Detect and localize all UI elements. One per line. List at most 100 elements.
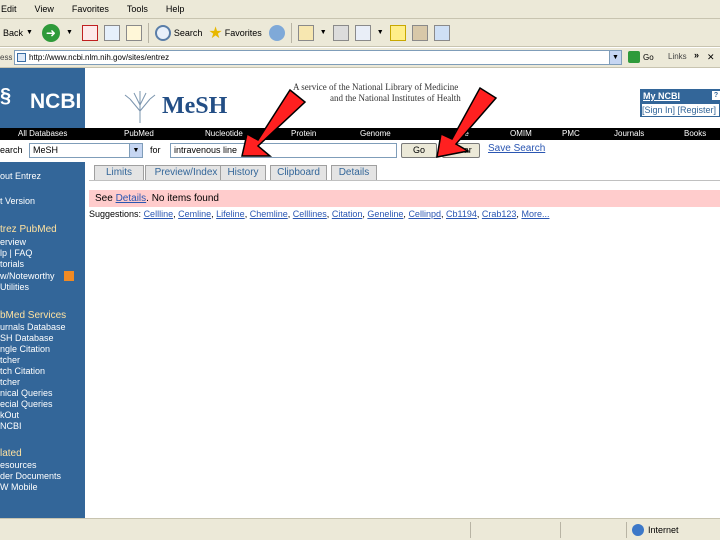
save-search-link[interactable]: Save Search: [488, 143, 545, 154]
sidebar-item[interactable]: esources: [0, 460, 37, 470]
edit-dropdown-icon[interactable]: ▼: [377, 29, 384, 36]
sidebar-item[interactable]: w/Noteworthy: [0, 271, 55, 281]
sidebar-item[interactable]: lp | FAQ: [0, 248, 32, 258]
sidebar-item[interactable]: nical Queries: [0, 388, 53, 398]
suggestion-link[interactable]: Geneline: [367, 209, 403, 219]
sidebar-item[interactable]: NCBI: [0, 421, 22, 431]
notes-icon[interactable]: [389, 24, 406, 41]
sign-in-register-links[interactable]: [Sign In] [Register]: [642, 104, 719, 116]
menu-help[interactable]: Help: [157, 4, 194, 14]
suggestion-link[interactable]: Cb1194: [446, 209, 477, 219]
suggestion-link[interactable]: Celllines: [293, 209, 327, 219]
clear-button[interactable]: Clear: [442, 143, 480, 158]
favorites-button[interactable]: ★ Favorites: [205, 21, 264, 45]
address-go-button[interactable]: Go: [628, 51, 654, 63]
db-nav-books[interactable]: Books: [684, 128, 706, 140]
edit-icon[interactable]: [354, 24, 371, 41]
sidebar-item[interactable]: SH Database: [0, 333, 54, 343]
search-button-label: Search: [173, 27, 203, 38]
sidebar-item[interactable]: tcher: [0, 355, 20, 365]
toolbar-separator: [290, 22, 292, 43]
research-icon[interactable]: [411, 24, 428, 41]
suggestion-link[interactable]: Crab123: [482, 209, 517, 219]
mail-icon[interactable]: [297, 24, 314, 41]
sidebar-item[interactable]: out Entrez: [0, 171, 41, 181]
sidebar-item[interactable]: urnals Database: [0, 322, 66, 332]
status-separator: [470, 522, 471, 538]
search-button[interactable]: Search: [152, 21, 206, 45]
tab-details[interactable]: Details: [331, 165, 377, 180]
search-term-input[interactable]: intravenous line: [170, 143, 397, 158]
tab-preview-index[interactable]: Preview/Index: [145, 165, 227, 180]
mail-dropdown-icon[interactable]: ▼: [320, 29, 327, 36]
suggestion-link[interactable]: Cellline: [144, 209, 174, 219]
suggestion-link[interactable]: Cemline: [178, 209, 211, 219]
database-select[interactable]: MeSH ▼: [29, 143, 143, 158]
refresh-icon[interactable]: [103, 24, 120, 41]
url-input[interactable]: http://www.ncbi.nlm.nih.gov/sites/entrez: [14, 50, 622, 65]
details-link[interactable]: Details: [116, 193, 147, 204]
address-dropdown-icon[interactable]: ▼: [609, 50, 622, 65]
forward-dropdown-icon[interactable]: ▼: [66, 29, 73, 36]
home-icon[interactable]: [125, 24, 142, 41]
help-icon[interactable]: ?: [712, 91, 720, 100]
menu-favorites[interactable]: Favorites: [63, 4, 118, 14]
stop-icon[interactable]: [81, 24, 98, 41]
links-chevron-icon[interactable]: »: [694, 50, 699, 60]
db-nav-structure[interactable]: ture: [455, 128, 469, 140]
rss-icon[interactable]: [64, 271, 74, 281]
my-ncbi-link[interactable]: My NCBI: [643, 91, 680, 101]
tab-limits[interactable]: Limits: [94, 165, 144, 180]
messenger-icon[interactable]: [433, 24, 450, 41]
db-nav-protein[interactable]: Protein: [291, 128, 316, 140]
db-nav-all-databases[interactable]: All Databases: [18, 128, 67, 140]
sidebar-item[interactable]: erview: [0, 237, 26, 247]
suggestion-link[interactable]: Lifeline: [216, 209, 245, 219]
db-nav-journals[interactable]: Journals: [614, 128, 644, 140]
sidebar-item[interactable]: tcher: [0, 377, 20, 387]
db-nav-pubmed[interactable]: PubMed: [124, 128, 154, 140]
suggestion-separator: ,: [476, 209, 480, 219]
nlm-tagline-line1: A service of the National Library of Med…: [293, 82, 459, 92]
print-icon[interactable]: [332, 24, 349, 41]
history-icon[interactable]: [268, 24, 285, 41]
sidebar-item[interactable]: kOut: [0, 410, 19, 420]
menu-tools[interactable]: Tools: [118, 4, 157, 14]
sidebar-item[interactable]: der Documents: [0, 471, 61, 481]
sidebar-item[interactable]: ngle Citation: [0, 344, 50, 354]
tab-clipboard[interactable]: Clipboard: [270, 165, 327, 180]
back-button[interactable]: Back ▼: [0, 21, 39, 45]
tab-history[interactable]: History: [220, 165, 266, 180]
sidebar-item[interactable]: t Version: [0, 196, 35, 206]
search-row: earch MeSH ▼ for intravenous line Go Cle…: [0, 140, 720, 162]
db-nav-nucleotide[interactable]: Nucleotide: [205, 128, 243, 140]
forward-button[interactable]: ➜ ▼: [39, 21, 79, 45]
database-select-value: MeSH: [33, 145, 59, 155]
menu-view[interactable]: View: [26, 4, 63, 14]
nlm-tagline-line2: and the National Institutes of Health: [330, 93, 461, 103]
sidebar-item[interactable]: ecial Queries: [0, 399, 53, 409]
sidebar-item[interactable]: Utilities: [0, 282, 29, 292]
sidebar-item[interactable]: W Mobile: [0, 482, 38, 492]
suggestion-link[interactable]: Citation: [332, 209, 363, 219]
forward-arrow-icon: ➜: [41, 23, 60, 42]
status-separator: [560, 522, 561, 538]
suggestion-link[interactable]: More...: [521, 209, 549, 219]
sidebar-item[interactable]: torials: [0, 259, 24, 269]
suggestion-separator: ,: [173, 209, 176, 219]
chevron-down-icon[interactable]: ▼: [129, 144, 142, 157]
close-icon[interactable]: ✕: [707, 52, 715, 63]
back-dropdown-icon[interactable]: ▼: [26, 29, 33, 36]
suggestion-link[interactable]: Cellinpd: [408, 209, 441, 219]
db-nav-omim[interactable]: OMIM: [510, 128, 532, 140]
back-button-label: Back: [3, 27, 24, 38]
menu-edit[interactable]: Edit: [0, 4, 26, 14]
ncbi-logo[interactable]: § NCBI: [0, 82, 85, 114]
no-results-notice: See Details. No items found: [89, 190, 720, 207]
suggestion-link[interactable]: Chemline: [250, 209, 288, 219]
db-nav-genome[interactable]: Genome: [360, 128, 391, 140]
sidebar-item[interactable]: tch Citation: [0, 366, 45, 376]
go-button[interactable]: Go: [401, 143, 437, 158]
db-nav-pmc[interactable]: PMC: [562, 128, 580, 140]
links-button[interactable]: Links: [668, 52, 687, 61]
